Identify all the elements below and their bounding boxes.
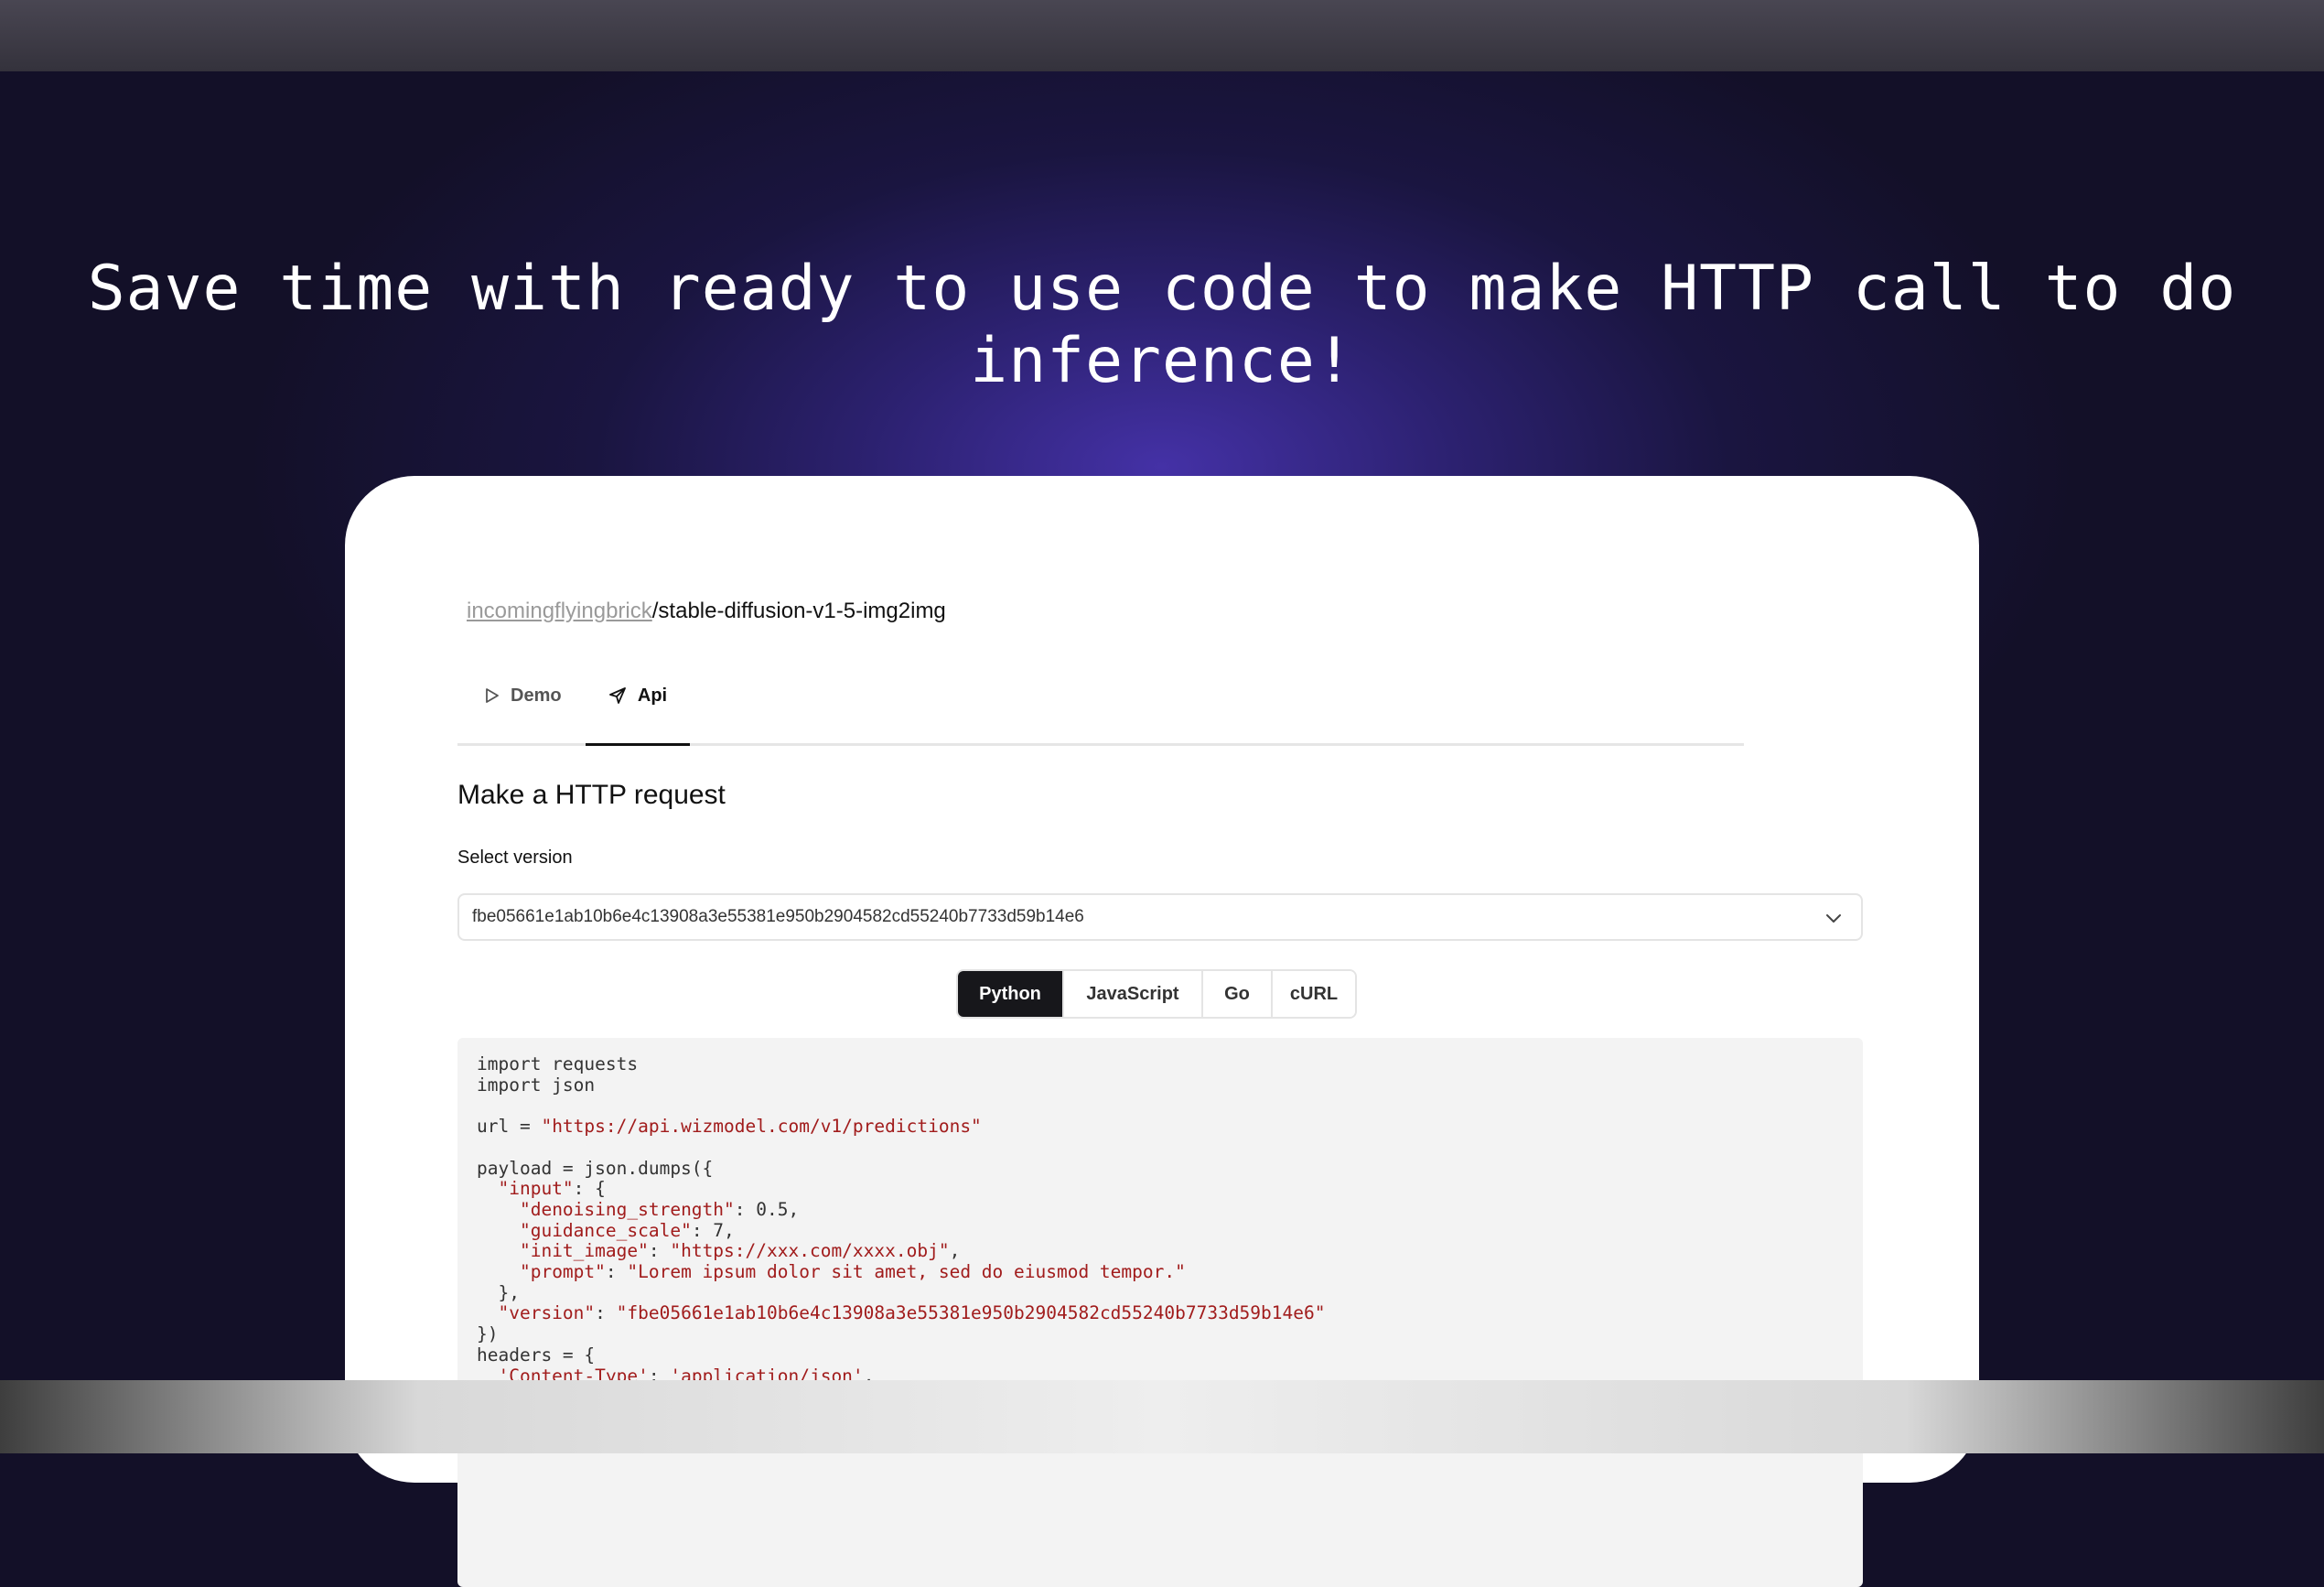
- play-icon: [486, 688, 499, 703]
- tab-api[interactable]: Api: [586, 648, 690, 746]
- lang-python-button[interactable]: Python: [958, 971, 1064, 1017]
- code-block: import requests import json url = "https…: [457, 1038, 1863, 1587]
- section-title: Make a HTTP request: [457, 780, 726, 810]
- code-snippet: import requests import json url = "https…: [477, 1053, 1326, 1387]
- headline: Save time with ready to use code to make…: [87, 253, 2237, 397]
- language-selector: Python JavaScript Go cURL: [956, 969, 1357, 1019]
- select-version-label: Select version: [457, 847, 573, 868]
- breadcrumb: incomingflyingbrick/stable-diffusion-v1-…: [467, 599, 946, 624]
- lang-curl-button[interactable]: cURL: [1273, 971, 1355, 1017]
- send-icon: [608, 687, 626, 704]
- lang-javascript-button[interactable]: JavaScript: [1064, 971, 1203, 1017]
- tab-api-label: Api: [637, 685, 668, 706]
- breadcrumb-owner-link[interactable]: incomingflyingbrick: [467, 599, 652, 623]
- version-select[interactable]: fbe05661e1ab10b6e4c13908a3e55381e950b290…: [457, 893, 1863, 941]
- breadcrumb-model: stable-diffusion-v1-5-img2img: [658, 599, 946, 623]
- tab-demo-label: Demo: [511, 685, 562, 706]
- version-select-value: fbe05661e1ab10b6e4c13908a3e55381e950b290…: [472, 907, 1084, 926]
- lang-go-button[interactable]: Go: [1203, 971, 1273, 1017]
- chevron-down-icon: [1826, 914, 1841, 923]
- bottom-bar: [0, 1380, 2324, 1453]
- tab-demo[interactable]: Demo: [485, 648, 562, 743]
- top-bar: [0, 0, 2324, 71]
- tab-bar: Demo Api: [457, 648, 1744, 746]
- api-card: incomingflyingbrick/stable-diffusion-v1-…: [345, 476, 1979, 1587]
